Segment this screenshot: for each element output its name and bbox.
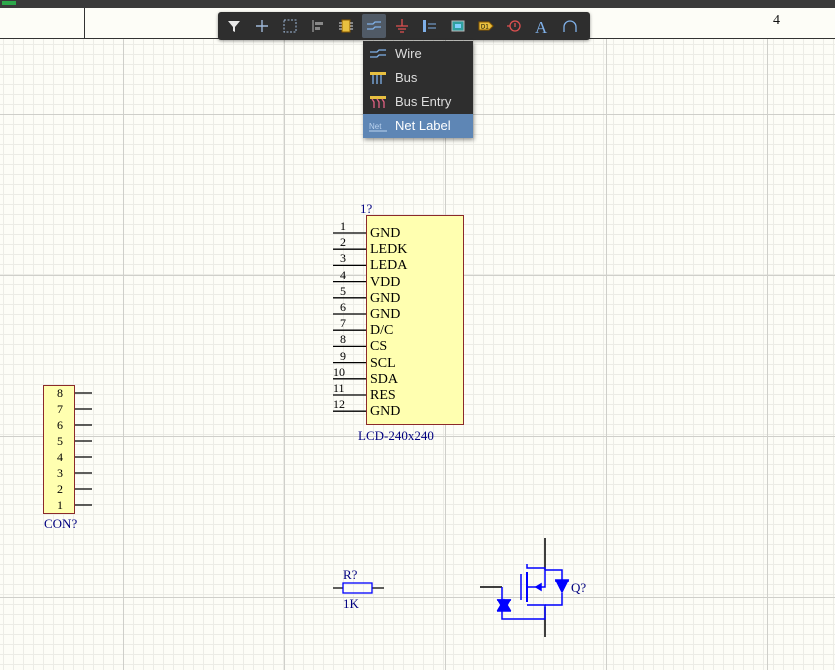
mosfet-symbol[interactable] (480, 538, 570, 637)
schematic-graphics-layer (333, 538, 570, 637)
resistor-symbol[interactable] (333, 582, 384, 594)
